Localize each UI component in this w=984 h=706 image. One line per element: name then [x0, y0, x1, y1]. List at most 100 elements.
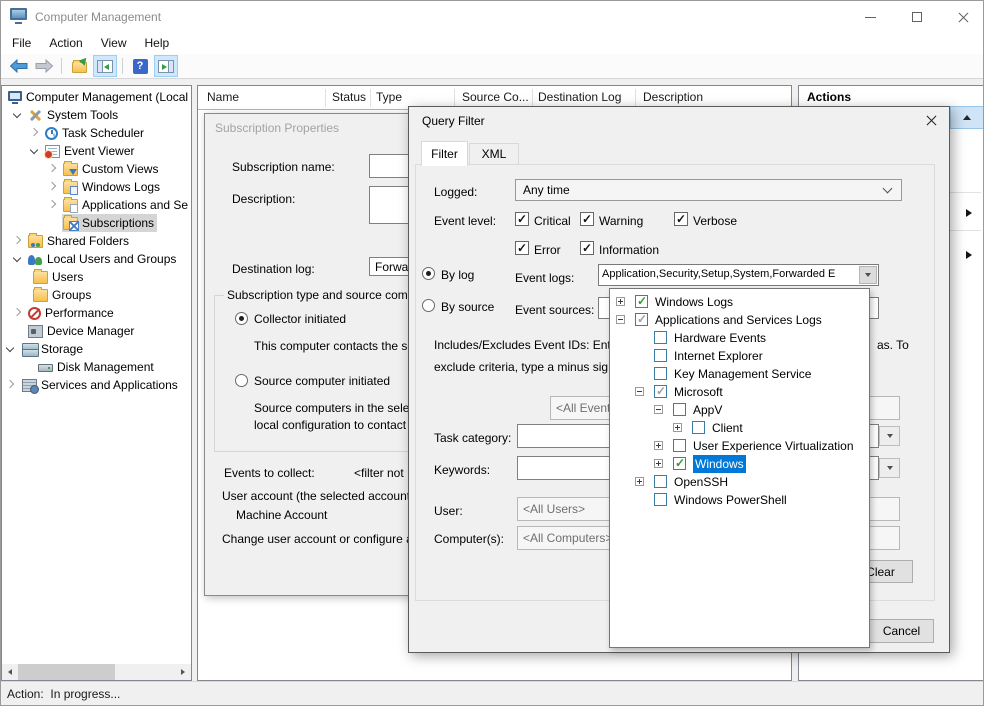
- log-tree-item-applications-and-services-logs[interactable]: Applications and Services Logs: [610, 311, 869, 329]
- expand-plus-icon[interactable]: [616, 297, 625, 306]
- log-tree-item-windows[interactable]: Windows: [610, 455, 869, 473]
- collapse-minus-icon[interactable]: [616, 315, 625, 324]
- column-separator[interactable]: [370, 89, 371, 107]
- tree-horizontal-scrollbar[interactable]: [2, 664, 191, 680]
- collapse-minus-icon[interactable]: [635, 387, 644, 396]
- tree-item-subscriptions[interactable]: Subscriptions: [2, 214, 191, 232]
- log-tree-item-client[interactable]: Client: [610, 419, 869, 437]
- expand-plus-icon[interactable]: [635, 477, 644, 486]
- tab-filter[interactable]: Filter: [421, 141, 468, 166]
- log-checkbox-key-management-service[interactable]: [654, 367, 667, 380]
- minimize-button[interactable]: [847, 1, 893, 33]
- log-checkbox-applications-and-services-logs[interactable]: [635, 313, 648, 326]
- log-tree-item-key-management-service[interactable]: Key Management Service: [610, 365, 869, 383]
- tree-item-shared-folders[interactable]: Shared Folders: [2, 232, 191, 250]
- close-button[interactable]: [941, 1, 984, 33]
- log-tree-item-appv[interactable]: AppV: [610, 401, 869, 419]
- column-separator[interactable]: [325, 89, 326, 107]
- menu-action[interactable]: Action: [40, 33, 91, 54]
- warning-checkbox[interactable]: [580, 212, 594, 226]
- tree-item-event-viewer[interactable]: Event Viewer: [2, 142, 191, 160]
- event-logs-combo[interactable]: Application,Security,Setup,System,Forwar…: [598, 264, 879, 286]
- column-header-type[interactable]: Type: [376, 86, 402, 109]
- log-checkbox-client[interactable]: [692, 421, 705, 434]
- submenu-arrow-icon[interactable]: [966, 251, 972, 259]
- collector-initiated-radio[interactable]: [235, 312, 248, 325]
- tree-item-services-and-applications[interactable]: Services and Applications: [2, 376, 191, 394]
- tree-item-groups[interactable]: Groups: [2, 286, 191, 304]
- task-category-dropdown-button[interactable]: [879, 426, 900, 446]
- by-source-radio[interactable]: [422, 299, 435, 312]
- tree-item-users[interactable]: Users: [2, 268, 191, 286]
- tree-item-windows-logs[interactable]: Windows Logs: [2, 178, 191, 196]
- menu-file[interactable]: File: [3, 33, 40, 54]
- tree-item-device-manager[interactable]: Device Manager: [2, 322, 191, 340]
- help-button[interactable]: ?: [128, 55, 152, 77]
- scroll-right-button[interactable]: [175, 664, 191, 680]
- critical-checkbox[interactable]: [515, 212, 529, 226]
- error-checkbox[interactable]: [515, 241, 529, 255]
- event-logs-dropdown-button[interactable]: [859, 266, 877, 284]
- show-console-tree-button[interactable]: [93, 55, 117, 77]
- log-checkbox-windows-logs[interactable]: [635, 295, 648, 308]
- chevron-down-icon[interactable]: [6, 344, 14, 352]
- information-checkbox[interactable]: [580, 241, 594, 255]
- log-checkbox-microsoft[interactable]: [654, 385, 667, 398]
- logged-combo[interactable]: Any time: [515, 179, 902, 201]
- source-initiated-radio[interactable]: [235, 374, 248, 387]
- export-list-button[interactable]: [67, 55, 91, 77]
- show-action-pane-button[interactable]: [154, 55, 178, 77]
- log-checkbox-openssh[interactable]: [654, 475, 667, 488]
- dialog-close-button[interactable]: [914, 108, 948, 133]
- column-separator[interactable]: [454, 89, 455, 107]
- scrollbar-thumb[interactable]: [18, 664, 115, 680]
- chevron-down-icon[interactable]: [13, 110, 21, 118]
- log-checkbox-windows[interactable]: [673, 457, 686, 470]
- menu-view[interactable]: View: [92, 33, 136, 54]
- tree-item-applications-and-se[interactable]: Applications and Se: [2, 196, 191, 214]
- tree-item-disk-management[interactable]: Disk Management: [2, 358, 191, 376]
- chevron-right-icon[interactable]: [48, 200, 56, 208]
- column-header-name[interactable]: Name: [207, 86, 239, 109]
- log-checkbox-windows-powershell[interactable]: [654, 493, 667, 506]
- chevron-right-icon[interactable]: [48, 164, 56, 172]
- maximize-button[interactable]: [894, 1, 940, 33]
- submenu-arrow-icon[interactable]: [966, 209, 972, 217]
- back-button[interactable]: [6, 55, 30, 77]
- chevron-down-icon[interactable]: [13, 254, 21, 262]
- column-separator[interactable]: [635, 89, 636, 107]
- scroll-left-button[interactable]: [2, 664, 18, 680]
- menu-help[interactable]: Help: [136, 33, 179, 54]
- log-checkbox-appv[interactable]: [673, 403, 686, 416]
- expand-plus-icon[interactable]: [654, 441, 663, 450]
- expand-plus-icon[interactable]: [673, 423, 682, 432]
- chevron-right-icon[interactable]: [30, 128, 38, 136]
- forward-button[interactable]: [32, 55, 56, 77]
- verbose-checkbox[interactable]: [674, 212, 688, 226]
- tree-item-system-tools[interactable]: System Tools: [2, 106, 191, 124]
- chevron-down-icon[interactable]: [30, 146, 38, 154]
- log-tree-item-openssh[interactable]: OpenSSH: [610, 473, 869, 491]
- tree-item-custom-views[interactable]: Custom Views: [2, 160, 191, 178]
- tree-item-computer-management-local[interactable]: Computer Management (Local: [2, 88, 191, 106]
- tree-item-performance[interactable]: Performance: [2, 304, 191, 322]
- chevron-right-icon[interactable]: [6, 380, 14, 388]
- column-separator[interactable]: [532, 89, 533, 107]
- log-tree-item-windows-powershell[interactable]: Windows PowerShell: [610, 491, 869, 509]
- log-tree-item-windows-logs[interactable]: Windows Logs: [610, 293, 869, 311]
- tree-item-local-users-and-groups[interactable]: Local Users and Groups: [2, 250, 191, 268]
- cancel-button[interactable]: Cancel: [869, 619, 934, 643]
- log-checkbox-hardware-events[interactable]: [654, 331, 667, 344]
- chevron-right-icon[interactable]: [13, 236, 21, 244]
- tree-item-storage[interactable]: Storage: [2, 340, 191, 358]
- chevron-right-icon[interactable]: [48, 182, 56, 190]
- by-log-radio[interactable]: [422, 267, 435, 280]
- log-tree-item-internet-explorer[interactable]: Internet Explorer: [610, 347, 869, 365]
- log-checkbox-internet-explorer[interactable]: [654, 349, 667, 362]
- log-checkbox-user-experience-virtualization[interactable]: [673, 439, 686, 452]
- log-tree-item-user-experience-virtualization[interactable]: User Experience Virtualization: [610, 437, 869, 455]
- column-header-status[interactable]: Status: [332, 86, 366, 109]
- log-tree-item-microsoft[interactable]: Microsoft: [610, 383, 869, 401]
- collapse-section-button[interactable]: [950, 106, 984, 129]
- tree-item-task-scheduler[interactable]: Task Scheduler: [2, 124, 191, 142]
